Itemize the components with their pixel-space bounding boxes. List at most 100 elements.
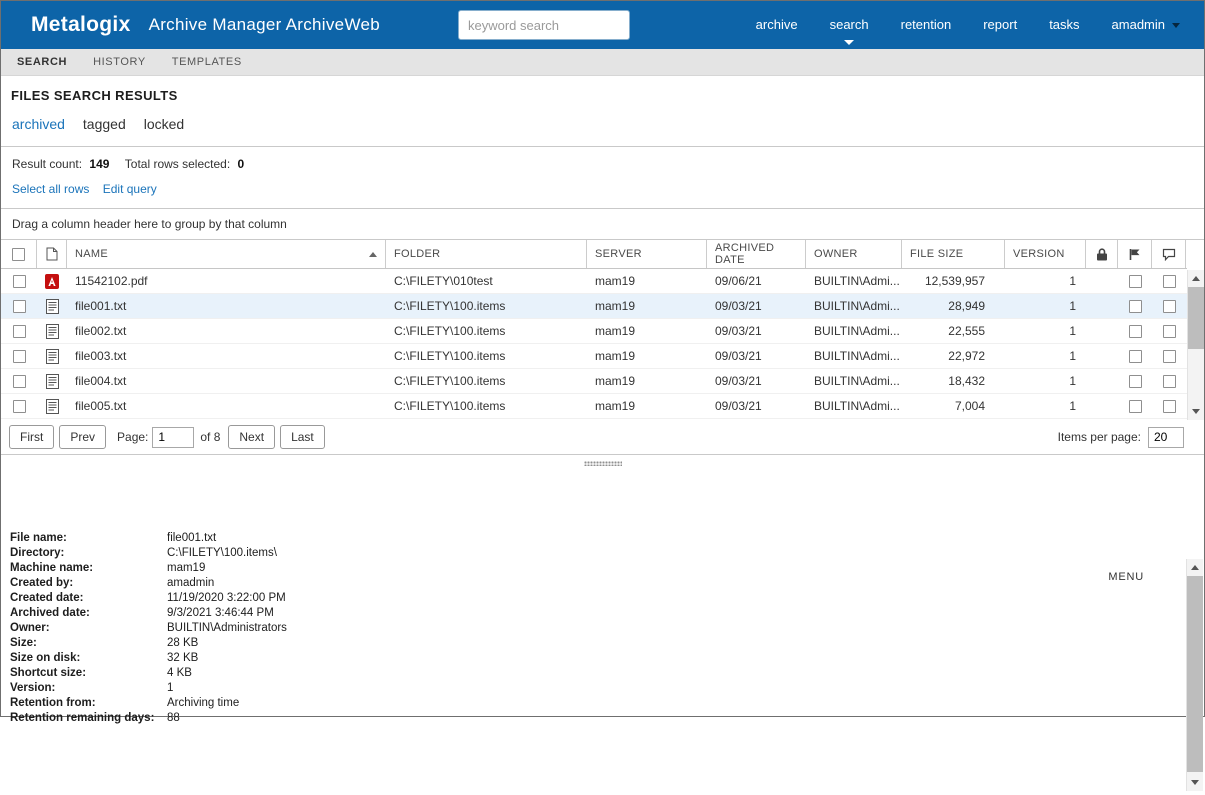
user-menu[interactable]: amadmin [1096,1,1196,49]
panel-splitter[interactable] [1,455,1204,471]
table-row[interactable]: 11542102.pdfC:\FILETY\010testmam1909/06/… [1,269,1187,294]
scroll-down-icon[interactable] [1188,403,1204,420]
subnav-templates[interactable]: TEMPLATES [172,56,242,68]
subnav-history[interactable]: HISTORY [93,56,146,68]
detail-field-label: Machine name: [10,561,167,576]
name-column-header[interactable]: NAME [67,240,386,268]
app-title: Archive Manager ArchiveWeb [149,15,380,35]
flag-cell [1118,319,1152,343]
nav-retention[interactable]: retention [885,1,968,49]
next-page-button[interactable]: Next [228,425,275,449]
select-all-checkbox[interactable] [12,248,25,261]
flag-checkbox[interactable] [1129,275,1142,288]
detail-field-value: 4 KB [167,666,192,681]
table-row[interactable]: file004.txtC:\FILETY\100.itemsmam1909/03… [1,369,1187,394]
folder-cell: C:\FILETY\100.items [386,319,587,343]
nav-archive[interactable]: archive [740,1,814,49]
pagination-bar: First Prev Page: of 8 Next Last Items pe… [1,420,1204,455]
scrollbar-thumb[interactable] [1187,576,1203,772]
flag-column-header[interactable] [1118,240,1152,268]
folder-column-header[interactable]: FOLDER [386,240,587,268]
items-per-page-input[interactable] [1148,427,1184,448]
scroll-down-icon[interactable] [1187,774,1203,791]
flag-checkbox[interactable] [1129,400,1142,413]
txt-file-icon [46,324,59,339]
page-number-input[interactable] [152,427,194,448]
comment-checkbox[interactable] [1163,375,1176,388]
items-per-page-label: Items per page: [1058,430,1141,444]
detail-field-label: Shortcut size: [10,666,167,681]
subnav-search[interactable]: SEARCH [17,56,67,68]
tab-archived[interactable]: archived [12,116,65,132]
nav-tasks[interactable]: tasks [1033,1,1095,49]
detail-field-value: 1 [167,681,173,696]
file-size-column-header[interactable]: FILE SIZE [902,240,1005,268]
comment-checkbox[interactable] [1163,275,1176,288]
flag-checkbox[interactable] [1129,375,1142,388]
table-row[interactable]: file005.txtC:\FILETY\100.itemsmam1909/03… [1,394,1187,419]
file-name-cell: file001.txt [67,294,386,318]
version-cell: 1 [1005,294,1086,318]
details-vertical-scrollbar[interactable] [1186,559,1203,791]
flag-checkbox[interactable] [1129,325,1142,338]
txt-file-icon [46,299,59,314]
row-checkbox[interactable] [13,350,26,363]
splitter-grip-icon[interactable] [584,461,622,466]
keyword-search-input[interactable] [458,10,630,40]
row-checkbox[interactable] [13,325,26,338]
row-checkbox[interactable] [13,375,26,388]
comment-icon [1162,248,1176,261]
flag-checkbox[interactable] [1129,300,1142,313]
version-cell: 1 [1005,344,1086,368]
detail-field-label: Size: [10,636,167,651]
comment-checkbox[interactable] [1163,300,1176,313]
file-type-column-header[interactable] [37,240,67,268]
table-row[interactable]: file002.txtC:\FILETY\100.itemsmam1909/03… [1,319,1187,344]
first-page-button[interactable]: First [9,425,54,449]
tab-tagged[interactable]: tagged [83,116,126,132]
comment-checkbox[interactable] [1163,350,1176,363]
prev-page-button[interactable]: Prev [59,425,106,449]
detail-field-label: Size on disk: [10,651,167,666]
flag-checkbox[interactable] [1129,350,1142,363]
nav-search[interactable]: search [814,1,885,49]
scrollbar-track [1188,349,1204,403]
detail-field: Machine name:mam19 [10,561,1204,576]
lock-cell [1086,294,1118,318]
archived-date-column-header[interactable]: ARCHIVED DATE [707,240,806,268]
archived-date-cell: 09/03/21 [707,369,806,393]
grid-vertical-scrollbar[interactable] [1187,270,1204,420]
edit-query-link[interactable]: Edit query [103,182,157,196]
owner-column-header[interactable]: OWNER [806,240,902,268]
detail-field: Created by:amadmin [10,576,1204,591]
row-checkbox[interactable] [13,275,26,288]
sub-nav: SEARCH HISTORY TEMPLATES [1,49,1204,76]
nav-report[interactable]: report [967,1,1033,49]
txt-file-icon [46,399,59,414]
scroll-up-icon[interactable] [1188,270,1204,287]
scroll-up-icon[interactable] [1187,559,1203,576]
comment-checkbox[interactable] [1163,400,1176,413]
details-menu-button[interactable]: MENU [1108,571,1144,583]
flag-cell [1118,294,1152,318]
row-checkbox[interactable] [13,400,26,413]
nav-search-label: search [830,17,869,32]
comment-checkbox[interactable] [1163,325,1176,338]
scrollbar-thumb[interactable] [1188,287,1204,349]
owner-cell: BUILTIN\Admi... [806,369,902,393]
table-row[interactable]: file003.txtC:\FILETY\100.itemsmam1909/03… [1,344,1187,369]
file-details-panel: MENU File name:file001.txtDirectory:C:\F… [1,531,1204,795]
server-column-header[interactable]: SERVER [587,240,707,268]
file-name-cell: file002.txt [67,319,386,343]
comment-column-header[interactable] [1152,240,1186,268]
comment-cell [1152,294,1186,318]
row-checkbox[interactable] [13,300,26,313]
tab-locked[interactable]: locked [144,116,184,132]
server-cell: mam19 [587,319,707,343]
version-column-header[interactable]: VERSION [1005,240,1086,268]
table-row[interactable]: file001.txtC:\FILETY\100.itemsmam1909/03… [1,294,1187,319]
select-all-rows-link[interactable]: Select all rows [12,182,89,196]
file-name-cell: file004.txt [67,369,386,393]
lock-column-header[interactable] [1086,240,1118,268]
last-page-button[interactable]: Last [280,425,325,449]
